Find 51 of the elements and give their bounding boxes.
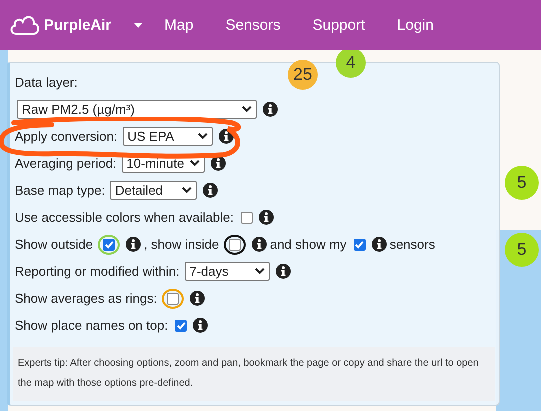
field-label: Averaging period: (15, 156, 117, 171)
dropdown[interactable]: 7-days (184, 262, 270, 281)
dropdown[interactable]: Detailed (110, 181, 198, 200)
info-icon[interactable] (258, 210, 274, 225)
field-label: Reporting or modified within: (15, 264, 180, 279)
field-label: Base map type: (15, 183, 106, 198)
nav-link[interactable]: Map (164, 16, 194, 34)
caret-icon (182, 187, 192, 194)
info-icon[interactable] (263, 102, 278, 117)
info-icon[interactable] (203, 183, 218, 198)
info-icon[interactable] (252, 237, 268, 252)
checkbox-label: Show place names on top: (15, 318, 168, 333)
info-icon[interactable] (193, 318, 208, 333)
checkbox-label: Show averages as rings: (15, 291, 158, 306)
info-icon[interactable] (190, 291, 206, 306)
caret-icon (254, 268, 265, 275)
nav-link[interactable]: Login (397, 16, 434, 34)
nav-link[interactable]: Support (312, 16, 366, 34)
checkmark-icon (355, 240, 364, 248)
field-label: Apply conversion: (15, 129, 118, 144)
caret-icon (198, 133, 208, 140)
checkbox[interactable] (175, 320, 188, 332)
field-label: Data layer: (15, 75, 78, 90)
checkbox-label: sensors (390, 237, 436, 252)
checkbox[interactable] (240, 212, 253, 224)
checkbox[interactable] (103, 238, 116, 250)
info-icon[interactable] (372, 237, 387, 252)
checkbox-label: Use accessible colors when available: (15, 210, 234, 225)
caret-icon (190, 160, 200, 167)
tip-text: Experts tip: After choosing options, zoom and pan, bookmark the page or copy and share the url to open the map with those options pre-defined. (13, 347, 495, 401)
sensor-marker[interactable]: 4 (336, 50, 366, 78)
info-icon[interactable] (276, 264, 291, 279)
brand-logo[interactable]: PurpleAir (10, 14, 112, 36)
cloud-icon (10, 14, 40, 36)
nav-link[interactable]: Sensors (226, 16, 281, 34)
checkbox-label: , show inside (144, 237, 220, 252)
caret-icon[interactable] (134, 22, 143, 28)
checkbox-label: and show my (270, 237, 347, 252)
checkmark-icon (104, 240, 114, 248)
info-icon[interactable] (126, 237, 142, 252)
checkbox[interactable] (229, 238, 242, 250)
checkbox[interactable] (354, 238, 366, 250)
dropdown[interactable]: Raw PM2.5 (µg/m³) (17, 100, 257, 119)
info-icon[interactable] (218, 129, 234, 144)
checkbox-label: Show outside (15, 237, 94, 252)
caret-icon (242, 106, 252, 113)
dropdown[interactable]: US EPA (122, 127, 213, 146)
checkbox[interactable] (167, 292, 180, 304)
sensor-marker[interactable]: 5 (505, 166, 539, 200)
info-icon[interactable] (211, 156, 226, 171)
checkmark-icon (176, 322, 186, 330)
